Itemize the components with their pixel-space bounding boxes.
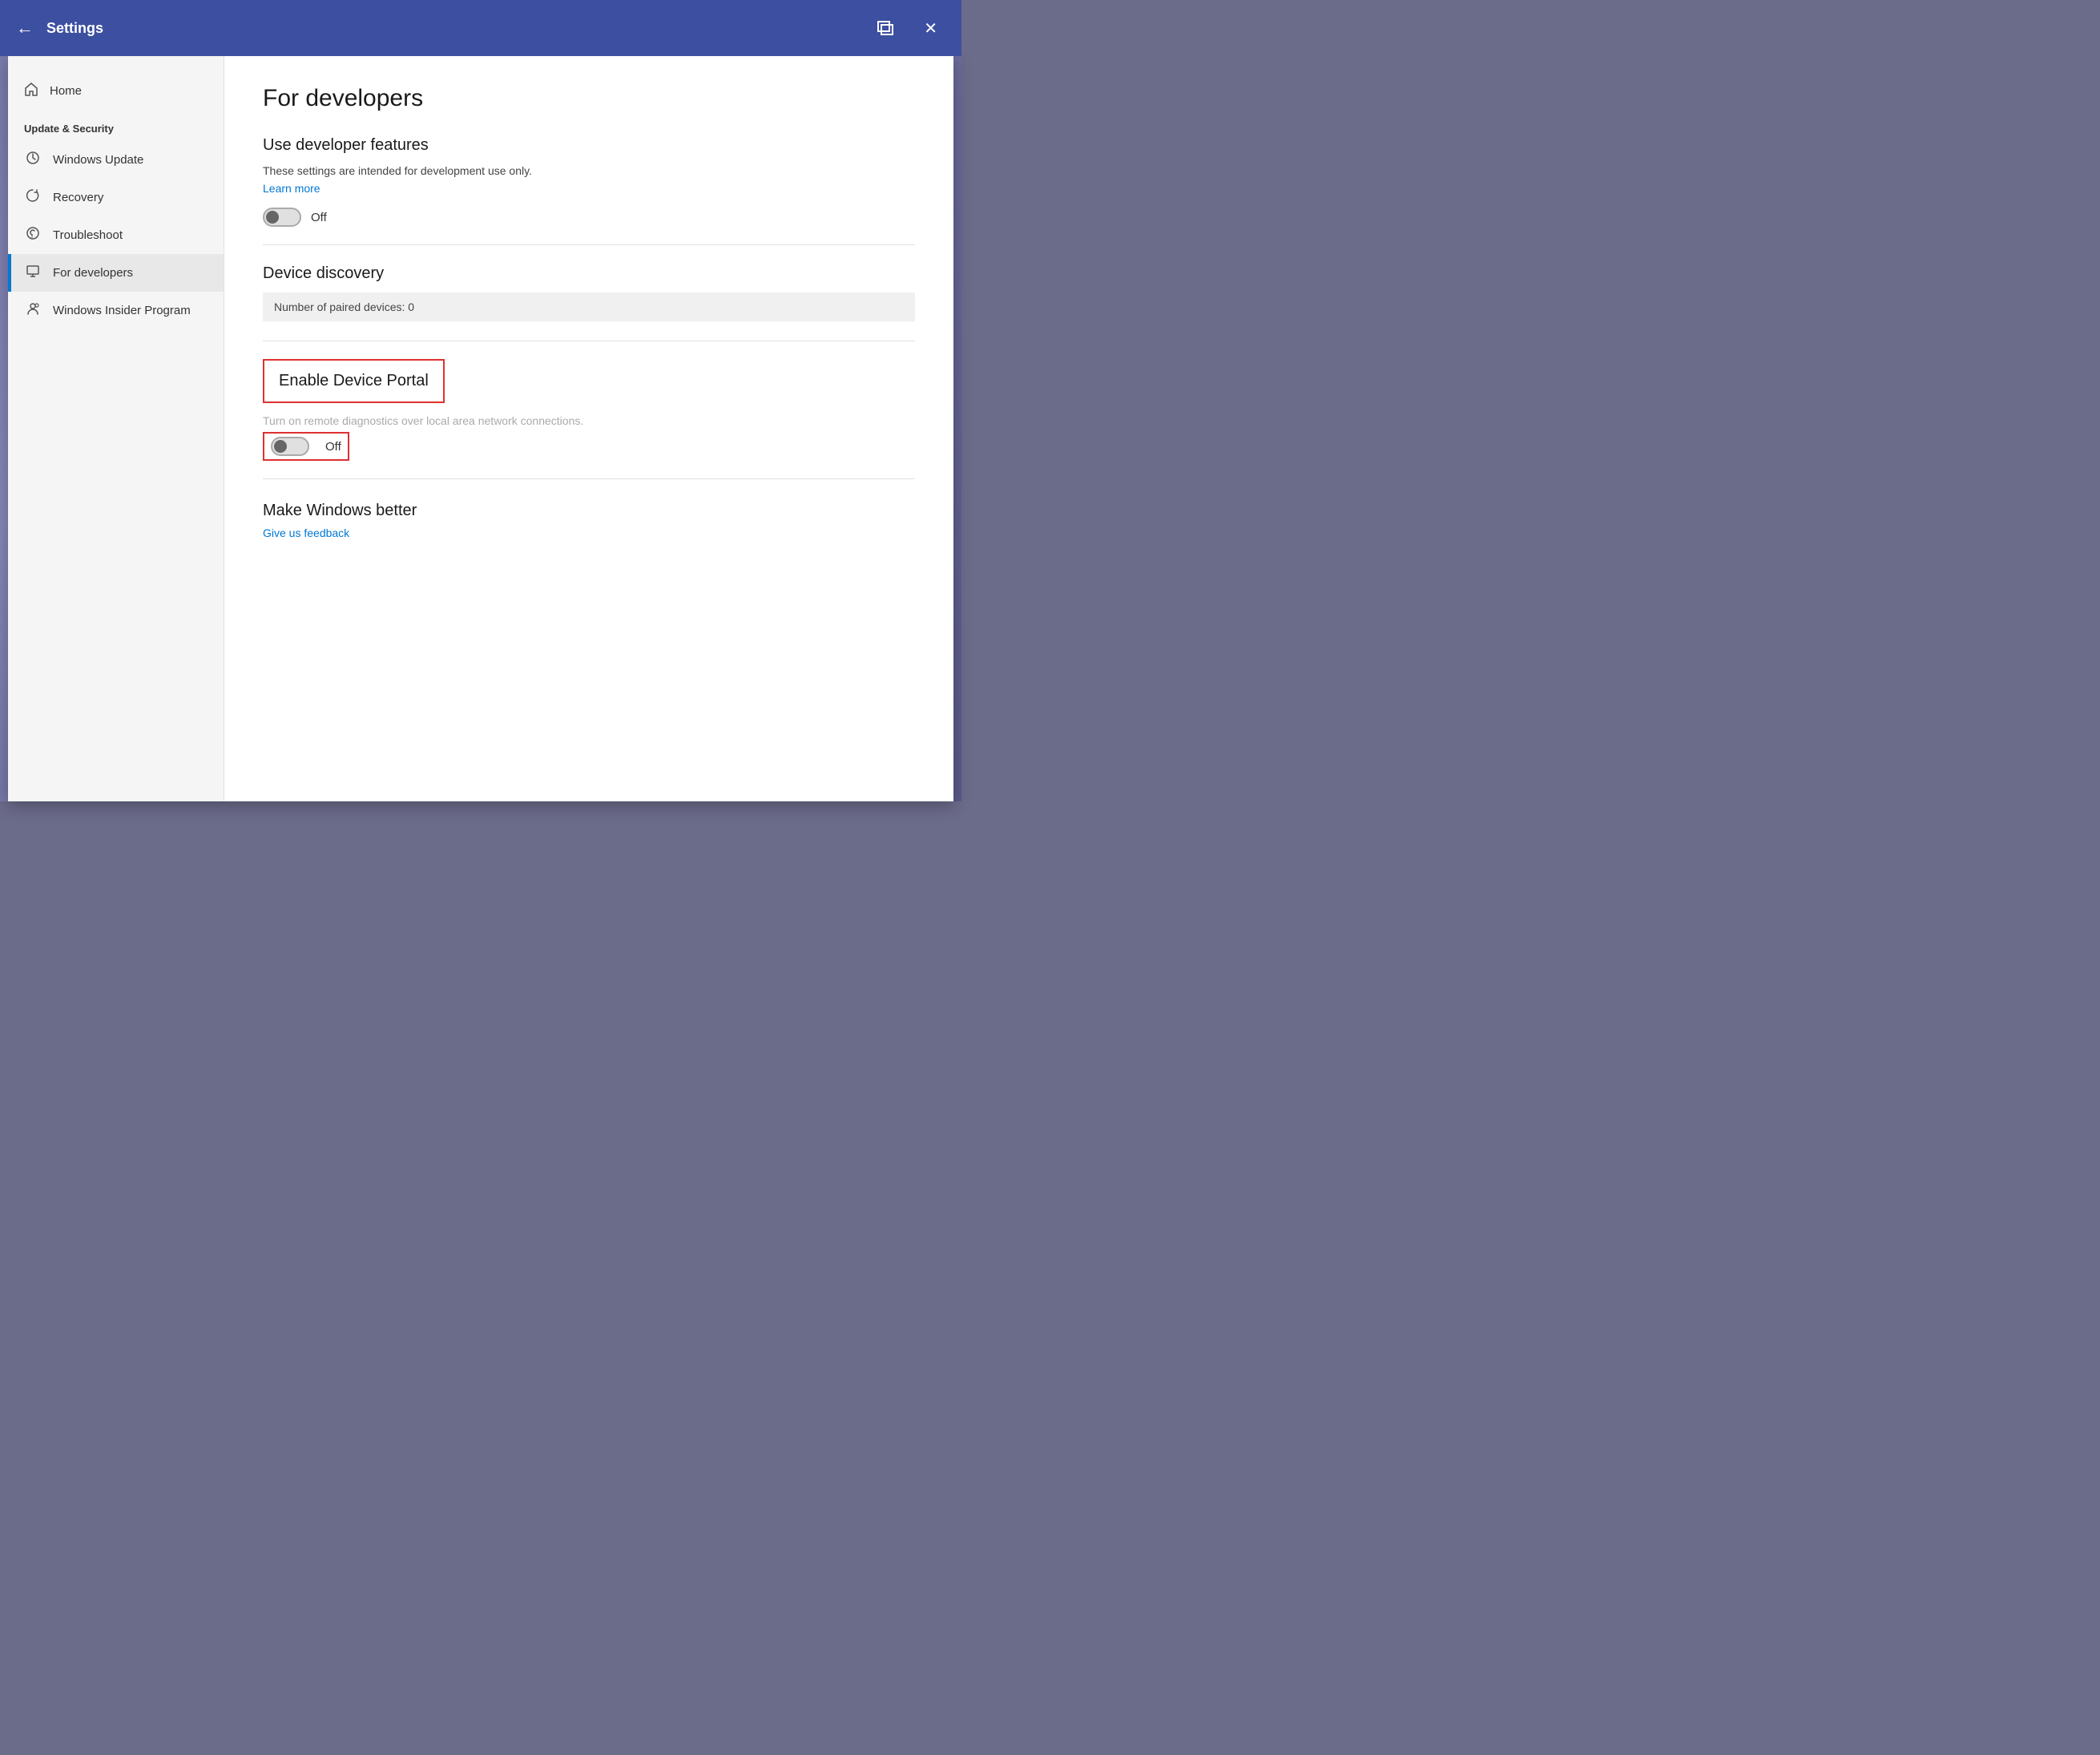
troubleshoot-icon	[24, 226, 42, 244]
portal-toggle-track	[271, 437, 309, 456]
enable-portal-toggle-box: Off	[263, 432, 349, 461]
paired-devices-count: Number of paired devices: 0	[263, 292, 915, 321]
use-developer-features-desc: These settings are intended for developm…	[263, 164, 915, 177]
close-button[interactable]: ✕	[916, 14, 945, 43]
windows-insider-icon	[24, 301, 42, 320]
sidebar-item-home[interactable]: Home	[8, 72, 224, 110]
windows-update-icon	[24, 151, 42, 169]
content-area: For developers Use developer features Th…	[224, 56, 953, 801]
sidebar-item-troubleshoot[interactable]: Troubleshoot	[8, 216, 224, 254]
use-developer-features-title: Use developer features	[263, 136, 915, 155]
sidebar-item-for-developers[interactable]: For developers	[8, 254, 224, 292]
portal-toggle-thumb	[274, 440, 287, 453]
divider-1	[263, 244, 915, 245]
device-discovery-section: Device discovery Number of paired device…	[263, 264, 915, 321]
minimize-restore-button[interactable]	[869, 16, 903, 40]
close-icon: ✕	[924, 18, 937, 38]
back-icon: ←	[16, 18, 34, 38]
recovery-label: Recovery	[53, 191, 103, 204]
toggle-thumb	[266, 211, 279, 224]
for-developers-icon	[24, 264, 42, 282]
enable-portal-toggle-row: Off	[263, 432, 915, 461]
enable-device-portal-title: Enable Device Portal	[279, 372, 429, 390]
page-title: For developers	[263, 85, 915, 112]
divider-3	[263, 478, 915, 479]
windows-insider-label: Windows Insider Program	[53, 304, 191, 317]
settings-window: Home Update & Security Windows Update Re…	[8, 56, 953, 801]
restore-icon	[877, 21, 895, 35]
give-feedback-link[interactable]: Give us feedback	[263, 526, 349, 539]
sidebar-item-windows-insider[interactable]: Windows Insider Program	[8, 292, 224, 329]
developer-features-toggle-row: Off	[263, 208, 915, 227]
developer-features-toggle-label: Off	[311, 211, 327, 224]
window-controls: ✕	[869, 14, 945, 43]
home-icon	[24, 82, 38, 100]
sidebar: Home Update & Security Windows Update Re…	[8, 56, 224, 801]
device-discovery-title: Device discovery	[263, 264, 915, 283]
title-bar: ← Settings ✕	[0, 0, 961, 56]
for-developers-label: For developers	[53, 266, 133, 280]
home-label: Home	[50, 84, 82, 98]
developer-features-toggle[interactable]	[263, 208, 301, 227]
app-title: Settings	[46, 20, 869, 37]
home-svg	[24, 82, 38, 96]
make-windows-better-section: Make Windows better Give us feedback	[263, 502, 915, 541]
windows-update-label: Windows Update	[53, 153, 143, 167]
sidebar-item-windows-update[interactable]: Windows Update	[8, 141, 224, 179]
learn-more-link[interactable]: Learn more	[263, 182, 320, 195]
make-windows-title: Make Windows better	[263, 502, 915, 520]
enable-portal-toggle-label: Off	[325, 440, 341, 454]
recovery-icon	[24, 188, 42, 207]
sidebar-section-title: Update & Security	[8, 110, 224, 141]
enable-device-portal-box: Enable Device Portal	[263, 359, 445, 403]
enable-portal-desc: Turn on remote diagnostics over local ar…	[263, 414, 915, 427]
back-button[interactable]: ←	[16, 18, 34, 38]
toggle-track	[263, 208, 301, 227]
sidebar-item-recovery[interactable]: Recovery	[8, 179, 224, 216]
troubleshoot-label: Troubleshoot	[53, 228, 123, 242]
enable-portal-toggle[interactable]	[271, 437, 309, 456]
